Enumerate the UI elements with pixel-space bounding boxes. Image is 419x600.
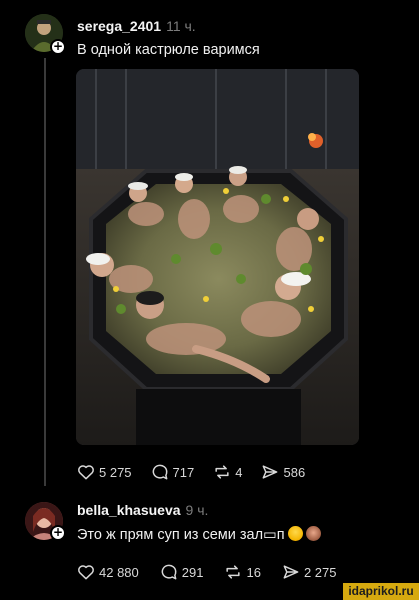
post-image[interactable] xyxy=(76,69,359,445)
repost-button[interactable]: 16 xyxy=(223,562,261,582)
comment-count: 717 xyxy=(172,464,195,480)
see-no-evil-monkey-emoji-icon xyxy=(305,526,321,541)
share-count: 586 xyxy=(283,464,306,480)
share-button[interactable]: 586 xyxy=(260,462,305,482)
reply-actions: 42 880 291 16 2 275 xyxy=(76,562,356,582)
username[interactable]: serega_2401 11 ч. xyxy=(77,18,196,34)
heart-icon xyxy=(78,565,94,580)
repost-icon xyxy=(226,565,241,579)
like-button[interactable]: 42 880 xyxy=(76,562,139,582)
timestamp: 9 ч. xyxy=(185,502,209,518)
follow-plus-icon[interactable]: + xyxy=(50,525,66,541)
repost-count: 16 xyxy=(246,564,261,580)
like-button[interactable]: 5 275 xyxy=(76,462,132,482)
repost-button[interactable]: 4 xyxy=(212,462,242,482)
like-count: 42 880 xyxy=(99,564,139,580)
repost-count: 4 xyxy=(235,464,243,480)
timestamp: 11 ч. xyxy=(166,18,196,34)
like-count: 5 275 xyxy=(99,464,132,480)
username[interactable]: bella_khasueva 9 ч. xyxy=(77,502,208,518)
comment-button[interactable]: 717 xyxy=(150,462,195,482)
post-text: В одной кастрюле варимся xyxy=(77,42,260,58)
comment-icon xyxy=(152,464,167,480)
comment-button[interactable]: 291 xyxy=(159,562,204,582)
share-button[interactable]: 2 275 xyxy=(281,562,337,582)
comment-count: 291 xyxy=(181,564,204,580)
laughing-emoji-icon xyxy=(287,526,303,541)
thread-line xyxy=(44,58,46,486)
follow-plus-icon[interactable]: + xyxy=(50,39,66,55)
send-icon xyxy=(263,465,278,479)
send-icon xyxy=(283,565,299,579)
heart-icon xyxy=(78,465,94,480)
watermark: idaprikol.ru xyxy=(343,583,419,600)
reply-text: Это ж прям суп из семи зал▭п xyxy=(77,526,321,543)
post-actions: 5 275 717 4 586 xyxy=(76,462,323,482)
comment-icon xyxy=(161,564,177,580)
repost-icon xyxy=(215,465,229,479)
share-count: 2 275 xyxy=(303,564,337,580)
thread-post: + serega_2401 11 ч. В одной кастрюле вари… xyxy=(0,0,419,490)
